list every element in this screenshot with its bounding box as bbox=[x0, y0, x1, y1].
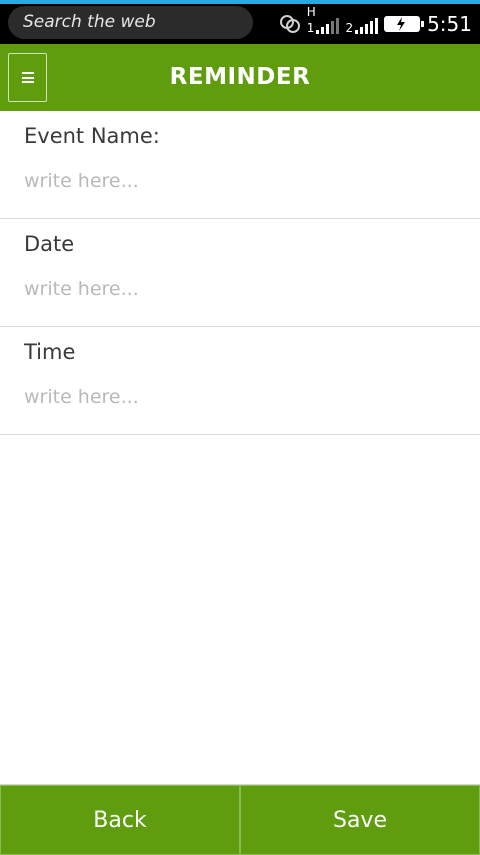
sim1-label: 1 bbox=[306, 21, 315, 35]
menu-button[interactable] bbox=[8, 53, 47, 102]
time-label: Time bbox=[24, 340, 76, 364]
time-input[interactable] bbox=[24, 383, 444, 411]
time-field: Time bbox=[0, 327, 480, 435]
status-bar: Search the web H 1 2 5:51 bbox=[0, 0, 480, 44]
event-name-field: Event Name: bbox=[0, 111, 480, 219]
menu-icon bbox=[21, 72, 34, 83]
clock: 5:51 bbox=[427, 12, 472, 36]
link-icon bbox=[279, 15, 300, 33]
event-name-label: Event Name: bbox=[24, 124, 160, 148]
reminder-form: Event Name: Date Time bbox=[0, 111, 480, 435]
signal-icon bbox=[355, 18, 379, 34]
sim2-signal: 2 bbox=[345, 14, 379, 35]
network-type-label: H bbox=[306, 5, 316, 19]
bottom-action-bar: Back Save bbox=[0, 784, 480, 855]
event-name-input[interactable] bbox=[24, 167, 444, 195]
page-title: REMINDER bbox=[169, 64, 311, 90]
status-icons: H 1 2 5:51 bbox=[279, 6, 472, 42]
date-label: Date bbox=[24, 232, 75, 256]
sim2-label: 2 bbox=[345, 21, 354, 35]
date-field: Date bbox=[0, 219, 480, 327]
web-search-bar[interactable]: Search the web bbox=[8, 6, 253, 39]
app-header: REMINDER bbox=[0, 44, 480, 111]
sim1-signal: H 1 bbox=[306, 6, 340, 35]
save-button[interactable]: Save bbox=[240, 785, 480, 855]
battery-charging-icon bbox=[384, 16, 425, 32]
date-input[interactable] bbox=[24, 275, 444, 303]
back-button[interactable]: Back bbox=[0, 785, 240, 855]
signal-icon bbox=[316, 18, 340, 34]
search-placeholder: Search the web bbox=[23, 12, 156, 32]
